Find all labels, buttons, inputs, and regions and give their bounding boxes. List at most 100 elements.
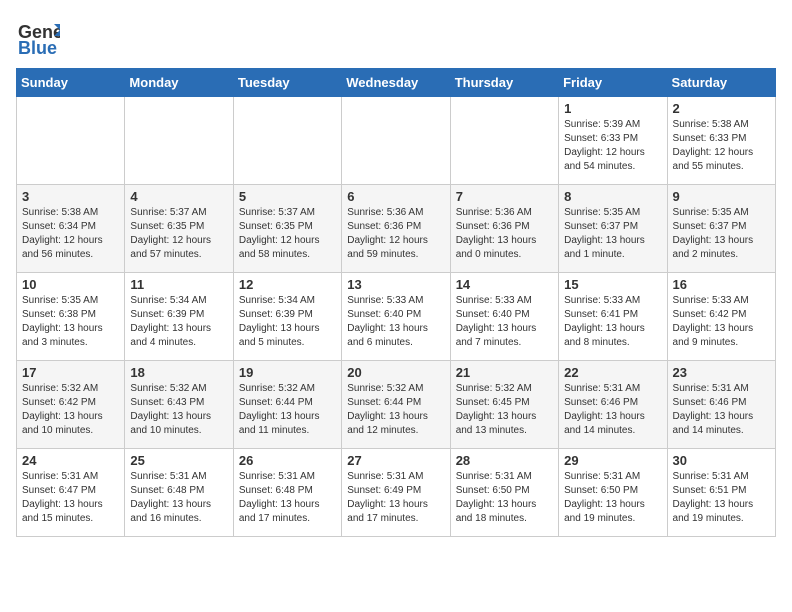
- week-row-3: 10 Sunrise: 5:35 AM Sunset: 6:38 PM Dayli…: [17, 273, 776, 361]
- logo: General Blue: [16, 16, 60, 60]
- svg-text:Blue: Blue: [18, 38, 57, 58]
- calendar-cell: 2 Sunrise: 5:38 AM Sunset: 6:33 PM Daylig…: [667, 97, 775, 185]
- day-number: 11: [130, 277, 227, 292]
- calendar-body: 1 Sunrise: 5:39 AM Sunset: 6:33 PM Daylig…: [17, 97, 776, 537]
- day-info: Sunrise: 5:33 AM Sunset: 6:41 PM Dayligh…: [564, 294, 661, 350]
- day-number: 30: [673, 453, 770, 468]
- day-info: Sunrise: 5:33 AM Sunset: 6:40 PM Dayligh…: [347, 294, 444, 350]
- day-number: 27: [347, 453, 444, 468]
- day-info: Sunrise: 5:37 AM Sunset: 6:35 PM Dayligh…: [130, 206, 227, 262]
- day-number: 10: [22, 277, 119, 292]
- calendar-cell: [125, 97, 233, 185]
- day-number: 12: [239, 277, 336, 292]
- day-number: 6: [347, 189, 444, 204]
- day-number: 8: [564, 189, 661, 204]
- calendar-cell: 6 Sunrise: 5:36 AM Sunset: 6:36 PM Daylig…: [342, 185, 450, 273]
- day-info: Sunrise: 5:34 AM Sunset: 6:39 PM Dayligh…: [130, 294, 227, 350]
- calendar-cell: 19 Sunrise: 5:32 AM Sunset: 6:44 PM Dayli…: [233, 361, 341, 449]
- calendar-cell: 14Sunrise: 5:33 AM Sunset: 6:40 PM Dayli…: [450, 273, 558, 361]
- day-number: 28: [456, 453, 553, 468]
- day-info: Sunrise: 5:39 AM Sunset: 6:33 PM Dayligh…: [564, 118, 661, 174]
- calendar-cell: 3Sunrise: 5:38 AM Sunset: 6:34 PM Daylig…: [17, 185, 125, 273]
- day-info: Sunrise: 5:31 AM Sunset: 6:49 PM Dayligh…: [347, 470, 444, 526]
- day-number: 17: [22, 365, 119, 380]
- day-number: 7: [456, 189, 553, 204]
- week-row-2: 3Sunrise: 5:38 AM Sunset: 6:34 PM Daylig…: [17, 185, 776, 273]
- calendar-cell: 22Sunrise: 5:31 AM Sunset: 6:46 PM Dayli…: [559, 361, 667, 449]
- day-number: 25: [130, 453, 227, 468]
- day-info: Sunrise: 5:32 AM Sunset: 6:43 PM Dayligh…: [130, 382, 227, 438]
- day-info: Sunrise: 5:36 AM Sunset: 6:36 PM Dayligh…: [347, 206, 444, 262]
- calendar-cell: [342, 97, 450, 185]
- page-header: General Blue: [16, 16, 776, 60]
- day-info: Sunrise: 5:36 AM Sunset: 6:36 PM Dayligh…: [456, 206, 553, 262]
- day-info: Sunrise: 5:31 AM Sunset: 6:50 PM Dayligh…: [564, 470, 661, 526]
- day-info: Sunrise: 5:33 AM Sunset: 6:42 PM Dayligh…: [673, 294, 770, 350]
- day-info: Sunrise: 5:38 AM Sunset: 6:34 PM Dayligh…: [22, 206, 119, 262]
- calendar-cell: 28Sunrise: 5:31 AM Sunset: 6:50 PM Dayli…: [450, 449, 558, 537]
- day-info: Sunrise: 5:31 AM Sunset: 6:46 PM Dayligh…: [673, 382, 770, 438]
- day-number: 18: [130, 365, 227, 380]
- day-info: Sunrise: 5:38 AM Sunset: 6:33 PM Dayligh…: [673, 118, 770, 174]
- calendar-header-row: SundayMondayTuesdayWednesdayThursdayFrid…: [17, 69, 776, 97]
- column-header-friday: Friday: [559, 69, 667, 97]
- day-number: 5: [239, 189, 336, 204]
- day-info: Sunrise: 5:31 AM Sunset: 6:46 PM Dayligh…: [564, 382, 661, 438]
- calendar-cell: 23 Sunrise: 5:31 AM Sunset: 6:46 PM Dayli…: [667, 361, 775, 449]
- calendar-cell: 10 Sunrise: 5:35 AM Sunset: 6:38 PM Dayli…: [17, 273, 125, 361]
- calendar-cell: 7 Sunrise: 5:36 AM Sunset: 6:36 PM Daylig…: [450, 185, 558, 273]
- calendar-cell: 30 Sunrise: 5:31 AM Sunset: 6:51 PM Dayli…: [667, 449, 775, 537]
- day-number: 23: [673, 365, 770, 380]
- calendar-cell: 25 Sunrise: 5:31 AM Sunset: 6:48 PM Dayli…: [125, 449, 233, 537]
- calendar-cell: 27 Sunrise: 5:31 AM Sunset: 6:49 PM Dayli…: [342, 449, 450, 537]
- calendar-cell: 9 Sunrise: 5:35 AM Sunset: 6:37 PM Daylig…: [667, 185, 775, 273]
- calendar-cell: 13 Sunrise: 5:33 AM Sunset: 6:40 PM Dayli…: [342, 273, 450, 361]
- day-number: 13: [347, 277, 444, 292]
- day-number: 19: [239, 365, 336, 380]
- column-header-tuesday: Tuesday: [233, 69, 341, 97]
- calendar-cell: [450, 97, 558, 185]
- day-number: 15: [564, 277, 661, 292]
- day-number: 29: [564, 453, 661, 468]
- week-row-1: 1 Sunrise: 5:39 AM Sunset: 6:33 PM Daylig…: [17, 97, 776, 185]
- column-header-wednesday: Wednesday: [342, 69, 450, 97]
- day-number: 4: [130, 189, 227, 204]
- calendar-cell: 20 Sunrise: 5:32 AM Sunset: 6:44 PM Dayli…: [342, 361, 450, 449]
- day-info: Sunrise: 5:35 AM Sunset: 6:37 PM Dayligh…: [673, 206, 770, 262]
- day-info: Sunrise: 5:31 AM Sunset: 6:48 PM Dayligh…: [130, 470, 227, 526]
- calendar-cell: 8 Sunrise: 5:35 AM Sunset: 6:37 PM Daylig…: [559, 185, 667, 273]
- calendar-cell: 21Sunrise: 5:32 AM Sunset: 6:45 PM Dayli…: [450, 361, 558, 449]
- day-info: Sunrise: 5:32 AM Sunset: 6:45 PM Dayligh…: [456, 382, 553, 438]
- calendar-cell: 11 Sunrise: 5:34 AM Sunset: 6:39 PM Dayli…: [125, 273, 233, 361]
- calendar-table: SundayMondayTuesdayWednesdayThursdayFrid…: [16, 68, 776, 537]
- logo-icon: General Blue: [16, 16, 60, 60]
- calendar-cell: 12 Sunrise: 5:34 AM Sunset: 6:39 PM Dayli…: [233, 273, 341, 361]
- day-info: Sunrise: 5:32 AM Sunset: 6:44 PM Dayligh…: [239, 382, 336, 438]
- calendar-cell: [233, 97, 341, 185]
- day-number: 24: [22, 453, 119, 468]
- calendar-cell: 24 Sunrise: 5:31 AM Sunset: 6:47 PM Dayli…: [17, 449, 125, 537]
- calendar-cell: 15 Sunrise: 5:33 AM Sunset: 6:41 PM Dayli…: [559, 273, 667, 361]
- column-header-monday: Monday: [125, 69, 233, 97]
- calendar-cell: 5 Sunrise: 5:37 AM Sunset: 6:35 PM Daylig…: [233, 185, 341, 273]
- day-info: Sunrise: 5:31 AM Sunset: 6:51 PM Dayligh…: [673, 470, 770, 526]
- day-number: 20: [347, 365, 444, 380]
- column-header-saturday: Saturday: [667, 69, 775, 97]
- day-info: Sunrise: 5:35 AM Sunset: 6:38 PM Dayligh…: [22, 294, 119, 350]
- day-info: Sunrise: 5:37 AM Sunset: 6:35 PM Dayligh…: [239, 206, 336, 262]
- week-row-5: 24 Sunrise: 5:31 AM Sunset: 6:47 PM Dayli…: [17, 449, 776, 537]
- day-info: Sunrise: 5:31 AM Sunset: 6:47 PM Dayligh…: [22, 470, 119, 526]
- day-info: Sunrise: 5:35 AM Sunset: 6:37 PM Dayligh…: [564, 206, 661, 262]
- calendar-cell: 26Sunrise: 5:31 AM Sunset: 6:48 PM Dayli…: [233, 449, 341, 537]
- day-number: 1: [564, 101, 661, 116]
- calendar-cell: 17Sunrise: 5:32 AM Sunset: 6:42 PM Dayli…: [17, 361, 125, 449]
- day-number: 2: [673, 101, 770, 116]
- day-number: 9: [673, 189, 770, 204]
- calendar-cell: 4 Sunrise: 5:37 AM Sunset: 6:35 PM Daylig…: [125, 185, 233, 273]
- day-number: 16: [673, 277, 770, 292]
- calendar-cell: 29 Sunrise: 5:31 AM Sunset: 6:50 PM Dayli…: [559, 449, 667, 537]
- day-number: 14: [456, 277, 553, 292]
- day-number: 26: [239, 453, 336, 468]
- day-info: Sunrise: 5:32 AM Sunset: 6:44 PM Dayligh…: [347, 382, 444, 438]
- day-info: Sunrise: 5:34 AM Sunset: 6:39 PM Dayligh…: [239, 294, 336, 350]
